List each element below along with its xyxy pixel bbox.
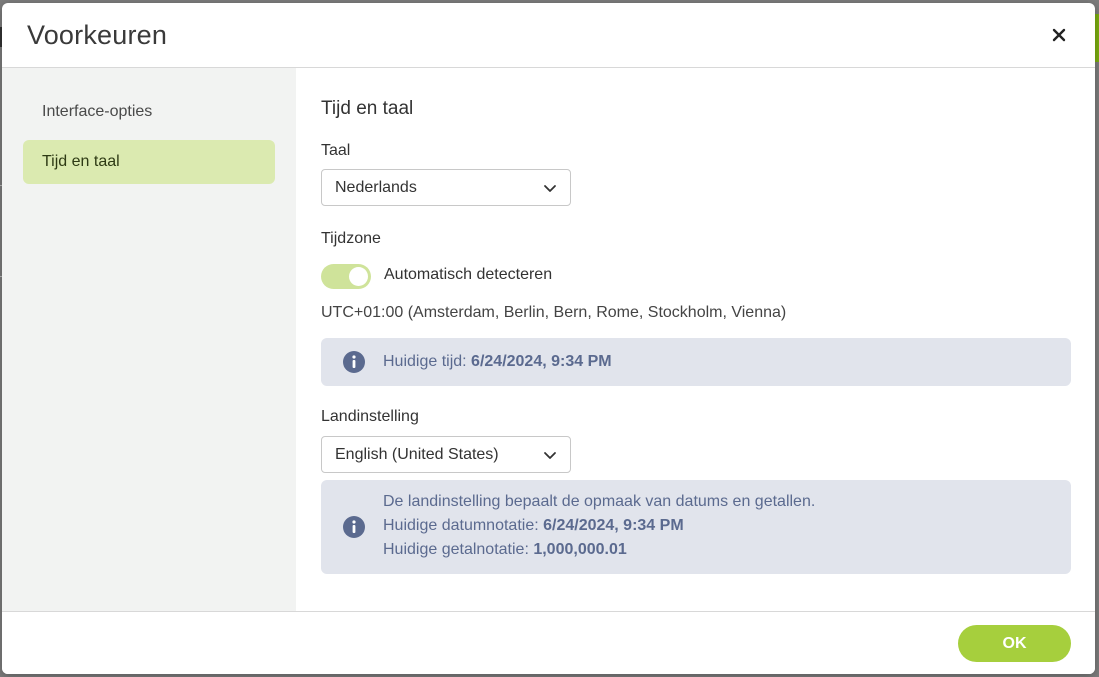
- dialog-footer: OK: [2, 611, 1095, 674]
- sidebar-item-label: Tijd en taal: [42, 153, 120, 170]
- language-select-value: Nederlands: [335, 178, 417, 196]
- toggle-knob: [349, 267, 368, 286]
- content-panel: Tijd en taal Taal Nederlands Tijdzone Au…: [296, 68, 1095, 611]
- auto-detect-toggle[interactable]: [321, 264, 371, 289]
- locale-select-value: English (United States): [335, 445, 499, 463]
- preferences-dialog: Voorkeuren Interface-opties Tijd en taal…: [2, 3, 1095, 674]
- date-format-prefix: Huidige datumnotatie:: [383, 517, 544, 534]
- date-format-value: 6/24/2024, 9:34 PM: [543, 517, 684, 534]
- auto-detect-label: Automatisch detecteren: [384, 266, 553, 283]
- number-format-value: 1,000,000.01: [533, 541, 627, 558]
- chevron-down-icon: [544, 185, 556, 192]
- locale-select[interactable]: English (United States): [321, 436, 571, 473]
- current-time-value: 6/24/2024, 9:34 PM: [471, 353, 612, 370]
- ok-button[interactable]: OK: [958, 625, 1071, 662]
- sidebar-item-interface-options[interactable]: Interface-opties: [23, 90, 275, 134]
- dialog-header: Voorkeuren: [2, 3, 1095, 68]
- locale-info: De landinstelling bepaalt de opmaak van …: [321, 480, 1071, 574]
- sidebar: Interface-opties Tijd en taal: [2, 68, 296, 611]
- dialog-title: Voorkeuren: [27, 20, 168, 50]
- language-select[interactable]: Nederlands: [321, 169, 571, 206]
- close-button[interactable]: [1047, 23, 1071, 47]
- timezone-label: Tijdzone: [321, 230, 381, 247]
- number-format-prefix: Huidige getalnotatie:: [383, 541, 534, 558]
- sidebar-item-time-and-language[interactable]: Tijd en taal: [23, 140, 275, 184]
- sidebar-item-label: Interface-opties: [42, 103, 153, 120]
- current-time-prefix: Huidige tijd:: [383, 353, 472, 370]
- section-title: Tijd en taal: [321, 98, 414, 119]
- locale-date-format: Huidige datumnotatie: 6/24/2024, 9:34 PM: [383, 514, 815, 538]
- chevron-down-icon: [544, 452, 556, 459]
- language-label: Taal: [321, 142, 351, 159]
- close-icon: [1052, 28, 1066, 42]
- background-edge-accent: [1095, 14, 1099, 62]
- current-time-info: Huidige tijd: 6/24/2024, 9:34 PM: [321, 338, 1071, 386]
- timezone-value: UTC+01:00 (Amsterdam, Berlin, Bern, Rome…: [321, 304, 787, 321]
- locale-number-format: Huidige getalnotatie: 1,000,000.01: [383, 538, 815, 562]
- locale-info-description: De landinstelling bepaalt de opmaak van …: [383, 493, 816, 510]
- locale-label: Landinstelling: [321, 408, 419, 425]
- info-icon: [343, 351, 365, 373]
- info-icon: [343, 516, 365, 538]
